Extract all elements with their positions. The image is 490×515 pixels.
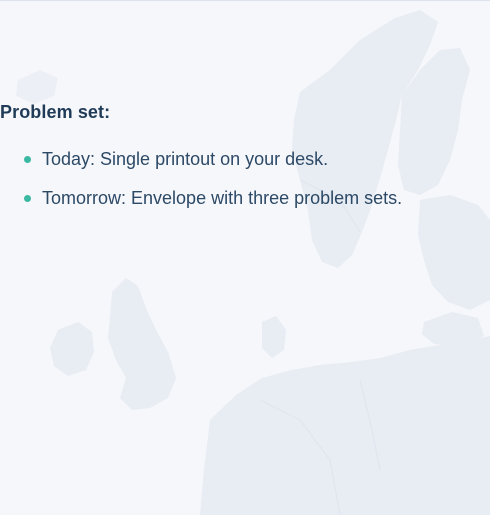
list-item-text: Tomorrow: Envelope with three problem se… [42,188,403,208]
list-item: Today: Single printout on your desk. [24,146,464,173]
section-title: Problem set: [0,102,111,122]
content-area: Problem set: Today: Single printout on y… [0,0,490,515]
bullet-dot-icon [24,195,31,202]
list-item: Tomorrow: Envelope with three problem se… [24,185,464,212]
list-item-text: Today: Single printout on your desk. [42,149,329,169]
bullet-dot-icon [24,156,31,163]
bullet-list: Today: Single printout on your desk. Tom… [24,146,464,224]
